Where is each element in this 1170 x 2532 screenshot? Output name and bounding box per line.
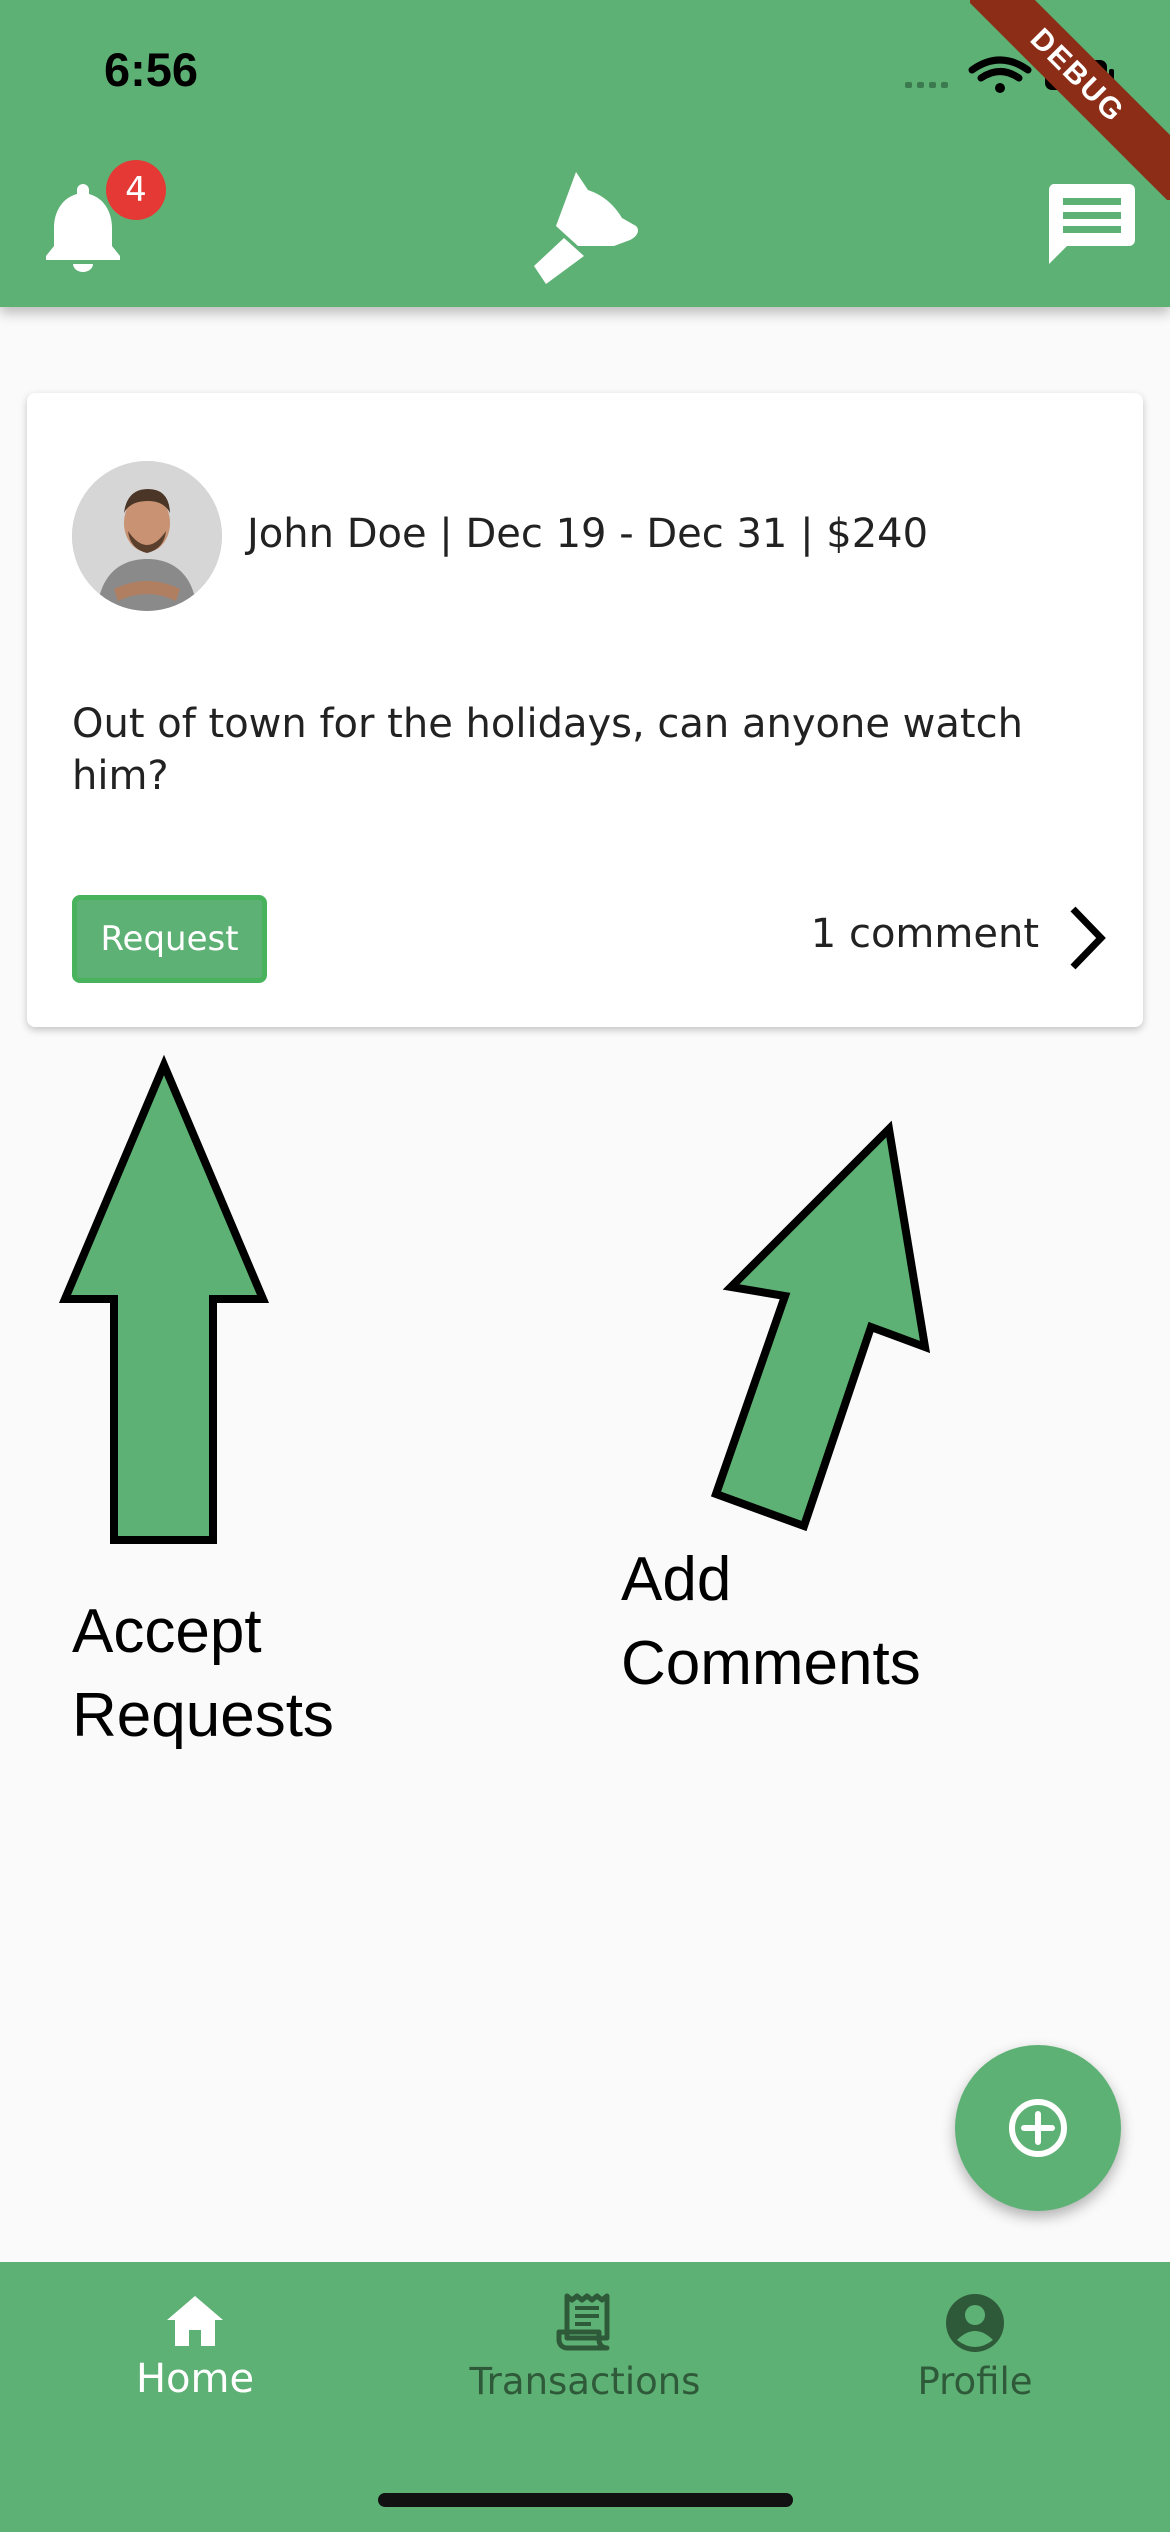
request-button[interactable]: Request [72,895,267,983]
account-circle-icon [946,2294,1004,2352]
accept-requests-label: Accept Requests [72,1590,334,1758]
debug-banner-label: DEBUG [970,0,1170,200]
annotation-overlay: Accept Requests Add Comments [0,1040,1170,1800]
nav-home-label: Home [135,2356,255,2402]
comments-link[interactable]: 1 comment [797,893,1117,983]
bottom-navigation: Home Transactions Profile [0,2262,1170,2532]
home-icon [167,2296,223,2346]
nav-transactions-label: Transactions [469,2360,701,2403]
notification-badge: 4 [106,160,166,220]
nav-profile-label: Profile [917,2360,1033,2403]
status-time: 6:56 [104,43,199,96]
debug-banner: DEBUG [970,0,1170,200]
post-body: Out of town for the holidays, can anyone… [72,701,1023,799]
plus-circle-icon [1009,2099,1067,2157]
post-card[interactable]: John Doe | Dec 19 - Dec 31 | $240 Out of… [27,393,1143,1027]
add-comments-label: Add Comments [621,1538,921,1706]
chevron-right-icon [1070,906,1106,970]
home-indicator [378,2493,793,2507]
dog-head-logo [534,172,638,284]
accept-requests-line1: Accept [72,1597,262,1666]
nav-home[interactable]: Home [45,2292,345,2422]
nav-transactions[interactable]: Transactions [435,2292,735,2422]
receipt-icon [556,2293,610,2351]
create-post-button[interactable] [955,2045,1121,2211]
comments-count: 1 comment [810,911,1039,957]
arrow-up-icon [58,1054,270,1544]
add-comments-line2: Comments [621,1629,921,1698]
avatar[interactable] [72,461,222,611]
accept-requests-line2: Requests [72,1681,334,1750]
avatar-image [72,461,222,611]
arrow-up-right-icon [710,1120,931,1532]
post-meta: John Doe | Dec 19 - Dec 31 | $240 [247,511,929,557]
cellular-signal-icon [905,82,948,88]
add-comments-line1: Add [621,1545,732,1614]
nav-profile[interactable]: Profile [825,2292,1125,2422]
